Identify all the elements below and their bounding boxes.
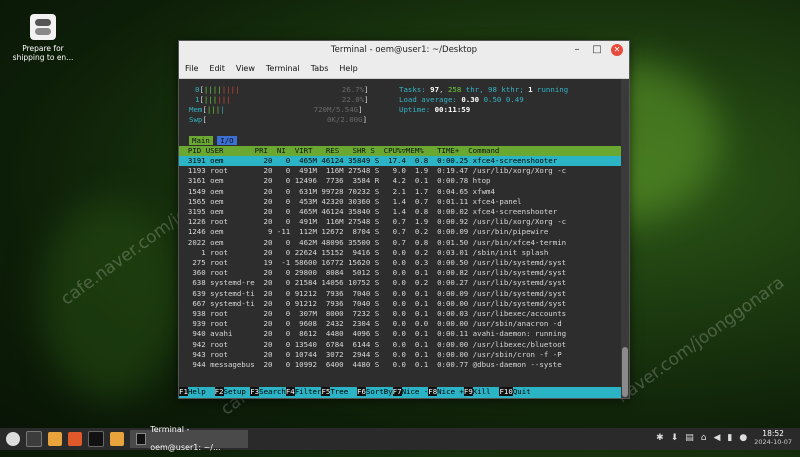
system-tray: ✱ ⬇ ▤ ⌂ ◀ ▮ ● 18:52 2024-10-07 — [656, 429, 792, 447]
fkey-f1[interactable]: F1 — [179, 387, 188, 396]
tasks-summary: Tasks: 97, 258 thr, 98 kthr; 1 running — [399, 85, 569, 94]
terminal-window: Terminal - oem@user1: ~/Desktop – □ ✕ Fi… — [178, 40, 630, 399]
process-row[interactable]: 360 root 20 0 29800 8084 5012 S 0.0 0.1 … — [179, 268, 621, 278]
process-row[interactable]: 944 messagebus 20 0 10992 6400 4480 S 0.… — [179, 360, 621, 370]
volume-icon[interactable]: ◀ — [713, 433, 720, 443]
fkey-f9[interactable]: F9 — [463, 387, 473, 396]
fkey-f8[interactable]: F8 — [428, 387, 438, 396]
process-row[interactable]: 1226 root 20 0 491M 116M 27548 S 0.7 1.9… — [179, 217, 621, 227]
process-row[interactable]: 3195 oem 20 0 465M 46124 35840 S 1.4 0.8… — [179, 207, 621, 217]
fkey-label[interactable]: SortBy — [366, 387, 393, 396]
download-icon[interactable]: ⬇ — [671, 433, 679, 443]
show-desktop-icon[interactable] — [26, 431, 42, 447]
fkey-f2[interactable]: F2 — [214, 387, 224, 396]
process-table-header[interactable]: PID USER PRI NI VIRT RES SHR S CPU%▽MEM%… — [179, 146, 621, 157]
process-row[interactable]: 3161 oem 20 0 12496 7736 3584 R 4.2 0.1 … — [179, 176, 621, 186]
fkey-f10[interactable]: F10 — [499, 387, 513, 396]
close-icon[interactable]: ✕ — [611, 44, 623, 56]
toggle-icon — [30, 14, 56, 40]
clipboard-icon[interactable]: ▤ — [685, 433, 694, 443]
htop-tabs: Main I/O — [189, 136, 237, 146]
menu-tabs[interactable]: Tabs — [311, 60, 329, 78]
process-row[interactable]: 1246 oem 9 -11 112M 12672 8704 S 0.7 0.2… — [179, 227, 621, 237]
process-row[interactable]: 667 systemd-ti 20 0 91212 7936 7040 S 0.… — [179, 299, 621, 309]
process-row[interactable]: 275 root 19 -1 58600 16772 15620 S 0.0 0… — [179, 258, 621, 268]
fkey-f7[interactable]: F7 — [392, 387, 402, 396]
fkey-label[interactable]: Nice - — [402, 387, 429, 396]
fkey-f3[interactable]: F3 — [250, 387, 260, 396]
process-row[interactable]: 639 systemd-ti 20 0 91212 7936 7040 S 0.… — [179, 289, 621, 299]
tab-main[interactable]: Main — [189, 136, 213, 145]
tab-io[interactable]: I/O — [217, 136, 237, 145]
load-average: Load average: 0.30 0.50 0.49 — [399, 95, 524, 104]
menu-view[interactable]: View — [236, 60, 255, 78]
process-row[interactable]: 1 root 20 0 22624 15152 9416 S 0.0 0.2 0… — [179, 248, 621, 258]
fkey-f4[interactable]: F4 — [285, 387, 295, 396]
clock[interactable]: 18:52 2024-10-07 — [754, 429, 792, 447]
fkey-f6[interactable]: F6 — [357, 387, 366, 396]
fkey-label[interactable]: Kill — [473, 387, 500, 396]
process-row[interactable]: 943 root 20 0 10744 3072 2944 S 0.0 0.1 … — [179, 350, 621, 360]
process-row[interactable]: 2022 oem 20 0 462M 48096 35500 S 0.7 0.8… — [179, 238, 621, 248]
notifications-icon[interactable]: ● — [739, 433, 747, 443]
terminal-icon — [136, 433, 147, 445]
process-row[interactable]: 1565 oem 20 0 453M 42320 30360 S 1.4 0.7… — [179, 197, 621, 207]
menu-edit[interactable]: Edit — [209, 60, 225, 78]
taskbar-terminal-button[interactable]: Terminal - oem@user1: ~/... — [130, 425, 248, 452]
process-row[interactable]: 638 systemd-re 20 0 21584 14056 10752 S … — [179, 278, 621, 288]
battery-icon[interactable]: ▮ — [727, 433, 732, 443]
fkey-label[interactable]: Filter — [295, 387, 322, 396]
menu-icon[interactable] — [6, 432, 20, 446]
process-row[interactable]: 1193 root 20 0 491M 116M 27548 S 9.0 1.9… — [179, 166, 621, 176]
network-icon[interactable]: ⌂ — [701, 433, 707, 443]
cpu1-meter: 1[|||||| 22.0%] — [195, 95, 369, 104]
fkey-label[interactable]: Setup — [224, 387, 251, 396]
taskbar-app-label: Terminal - oem@user1: ~/... — [150, 425, 221, 452]
window-title: Terminal - oem@user1: ~/Desktop — [330, 45, 478, 55]
desktop-icon-label: Prepare for shipping to en... — [12, 44, 74, 62]
maximize-icon[interactable]: □ — [591, 44, 603, 56]
process-row[interactable]: 3191 oem 20 0 465M 46124 35849 S 17.4 0.… — [179, 156, 621, 167]
terminal-content[interactable]: 0[|||||||| 26.7%] 1[|||||| 22.0%] Mem[||… — [179, 79, 621, 398]
fkey-label[interactable]: Help — [188, 387, 215, 396]
process-row[interactable]: 1549 oem 20 0 631M 99728 70232 S 2.1 1.7… — [179, 187, 621, 197]
function-key-bar: F1Help F2Setup F3SearchF4FilterF5Tree F6… — [179, 387, 621, 398]
bluetooth-icon[interactable]: ✱ — [656, 433, 664, 443]
mem-meter: Mem[|||| 720M/5.54G] — [189, 105, 363, 114]
clock-date: 2024-10-07 — [754, 438, 792, 446]
menu-help[interactable]: Help — [339, 60, 357, 78]
folder-icon[interactable] — [110, 432, 124, 446]
fkey-label[interactable]: Nice + — [437, 387, 464, 396]
firefox-icon[interactable] — [68, 432, 82, 446]
terminal-launcher-icon[interactable] — [88, 431, 104, 447]
swap-meter: Swp[ 0K/2.00G] — [189, 115, 368, 124]
fkey-label[interactable]: Tree — [330, 387, 357, 396]
taskbar: Terminal - oem@user1: ~/... ✱ ⬇ ▤ ⌂ ◀ ▮ … — [0, 425, 800, 452]
process-row[interactable]: 938 root 20 0 307M 8000 7232 S 0.0 0.1 0… — [179, 309, 621, 319]
fkey-label[interactable]: Quit — [513, 387, 531, 396]
process-row[interactable]: 939 root 20 0 9608 2432 2304 S 0.0 0.0 0… — [179, 319, 621, 329]
process-row[interactable]: 940 avahi 20 0 8612 4480 4096 S 0.0 0.1 … — [179, 329, 621, 339]
scrollbar-thumb[interactable] — [622, 347, 628, 397]
file-manager-icon[interactable] — [48, 432, 62, 446]
cpu0-meter: 0[|||||||| 26.7%] — [195, 85, 369, 94]
minimize-icon[interactable]: – — [571, 44, 583, 56]
terminal-scrollbar[interactable] — [621, 79, 629, 398]
desktop-icon-prepare-shipping[interactable]: Prepare for shipping to en... — [10, 14, 76, 62]
menu-file[interactable]: File — [185, 60, 198, 78]
menu-bar: File Edit View Terminal Tabs Help — [179, 60, 629, 79]
menu-terminal[interactable]: Terminal — [266, 60, 300, 78]
process-row[interactable]: 942 root 20 0 13540 6784 6144 S 0.0 0.1 … — [179, 340, 621, 350]
clock-time: 18:52 — [762, 429, 784, 438]
uptime: Uptime: 00:11:59 — [399, 105, 471, 114]
window-titlebar[interactable]: Terminal - oem@user1: ~/Desktop – □ ✕ — [179, 41, 629, 60]
fkey-label[interactable]: Search — [259, 387, 286, 396]
fkey-f5[interactable]: F5 — [321, 387, 331, 396]
